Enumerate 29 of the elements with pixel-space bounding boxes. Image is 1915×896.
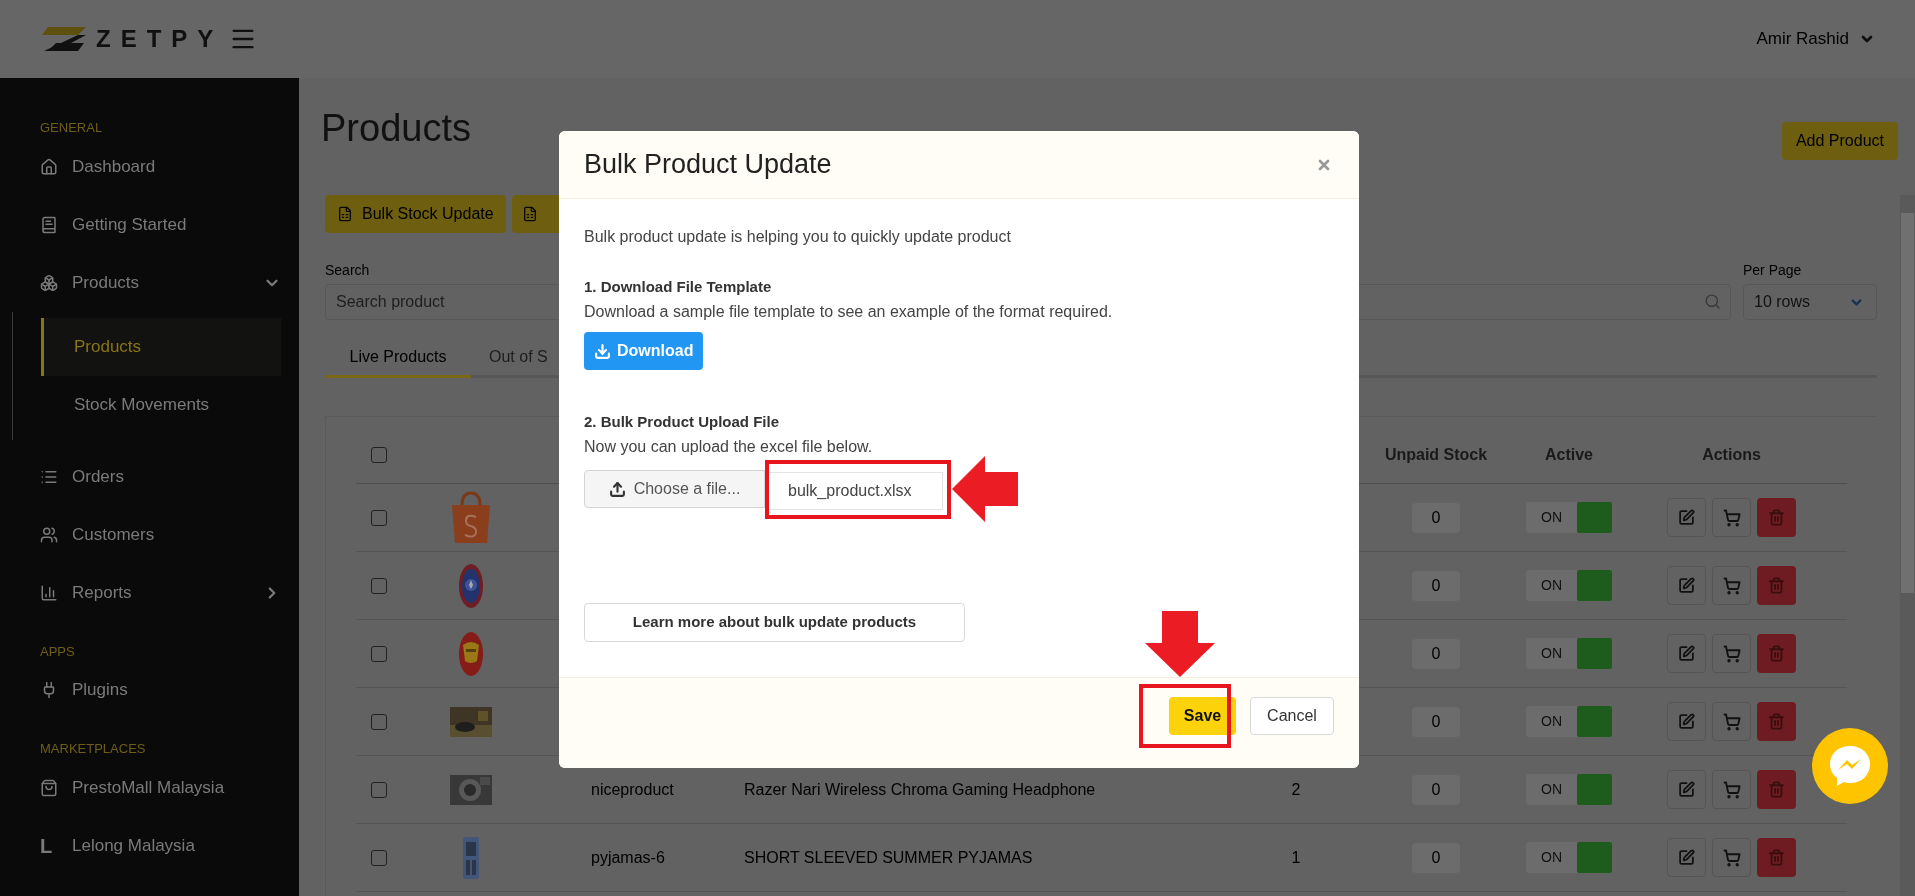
unpaid-stock-field: 0 <box>1412 706 1460 737</box>
unpaid-stock-field: 0 <box>1412 570 1460 601</box>
page-title: Products <box>321 106 471 151</box>
per-page-label: Per Page <box>1743 261 1803 278</box>
l-icon: L <box>40 835 58 856</box>
column-header: Active <box>1545 445 1593 465</box>
quantity-cell-text: 2 <box>1291 779 1301 800</box>
column-header: Unpaid Stock <box>1384 445 1488 465</box>
step-heading: 1. Download File Template <box>584 277 773 297</box>
column-header: Actions <box>1702 445 1761 465</box>
unpaid-stock-field: 0 <box>1412 842 1460 873</box>
section-heading: GENERAL <box>40 119 104 137</box>
unpaid-stock-field: 0 <box>1412 502 1460 533</box>
unpaid-stock-field: 0 <box>1412 774 1460 805</box>
search-label: Search <box>325 261 371 278</box>
intro-text: Bulk product update is helping you to quickly update product <box>584 227 1012 247</box>
unpaid-stock-field: 0 <box>1412 638 1460 669</box>
sku-cell: niceproduct <box>591 780 674 798</box>
logo-text: ZETPY <box>96 24 224 54</box>
quantity-cell-text: 1 <box>1291 847 1301 868</box>
section-heading: MARKETPLACES <box>40 740 147 758</box>
sku-cell: pyjamas-6 <box>591 848 665 866</box>
name-cell: SHORT SLEEVED SUMMER PYJAMAS <box>744 848 1033 866</box>
step-text: Now you can upload the excel file below. <box>584 437 874 457</box>
name-cell: Razer Nari Wireless Chroma Gaming Headphone <box>744 780 1096 798</box>
step-text: Download a sample file template to see an example of the format required. <box>584 302 1114 322</box>
step-heading: 2. Bulk Product Upload File <box>584 412 781 432</box>
section-heading: APPS <box>40 642 76 661</box>
modal-title: Bulk Product Update <box>584 148 832 182</box>
